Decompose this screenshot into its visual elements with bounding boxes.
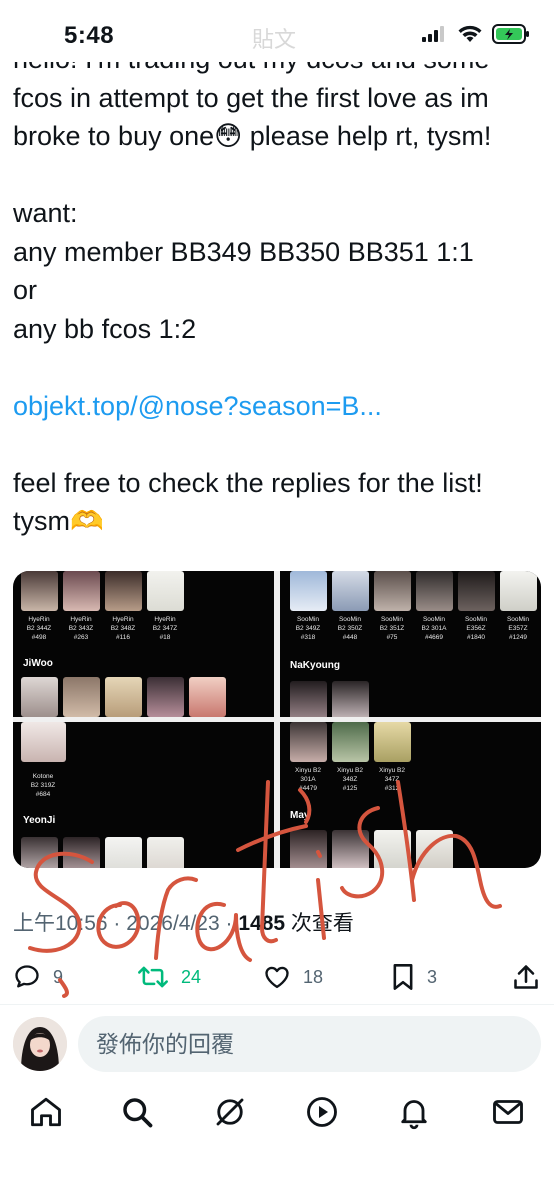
tweet-link[interactable]: objekt.top/@nose?season=B... [13, 391, 382, 421]
nav-messages[interactable] [490, 1094, 526, 1130]
heart-icon [265, 966, 289, 989]
retweet-count: 24 [181, 966, 202, 987]
nav-notifications[interactable] [396, 1094, 432, 1130]
grok-icon [216, 1098, 244, 1126]
tweet-text: hello! I'm trading out my dcos and some … [13, 40, 543, 541]
photocard [374, 571, 411, 611]
signal-icon [422, 26, 444, 42]
messages-icon [493, 1100, 523, 1124]
reply-button[interactable]: 9 [13, 961, 63, 993]
post-time: 上午10:56 [13, 912, 108, 935]
photocard [290, 571, 327, 611]
photocard [290, 722, 327, 762]
media-image-2[interactable]: SooMin B2 349Z #318 SooMin B2 350Z #448 … [280, 571, 541, 717]
reply-input[interactable]: 發佈你的回覆 [78, 1016, 541, 1072]
card-caption: SooMin B2 349Z #318 [295, 616, 321, 641]
tweet-meta: 上午10:56 · 2026/4/23 · 1485 次查看 [13, 912, 354, 935]
card-caption: SooMin B2 350Z #448 [337, 616, 363, 641]
photocard [21, 571, 58, 611]
header-title: 貼文 [252, 27, 297, 52]
card-caption: HyeRin B2 344Z #498 [26, 616, 52, 641]
card-caption: SooMin B2 301A #4669 [421, 616, 447, 641]
tweet-body: hello! I'm trading out my dcos and some … [13, 44, 492, 344]
tweet-media[interactable]: HyeRin B2 344Z #498 HyeRin B2 343Z #263 … [13, 571, 541, 868]
card-caption: HyeRin B2 347Z #18 [152, 616, 178, 641]
like-button[interactable]: 18 [263, 961, 323, 993]
status-icons [422, 24, 530, 44]
nav-search[interactable] [119, 1094, 155, 1130]
photocard [21, 677, 58, 717]
photocard [147, 837, 184, 868]
search-icon [123, 1098, 153, 1128]
photocard [458, 571, 495, 611]
photocard [290, 830, 327, 868]
retweet-button[interactable]: 24 [137, 961, 201, 993]
photocard [416, 571, 453, 611]
section-label: May [290, 810, 310, 821]
card-caption: Kotone B2 319Z #684 [30, 773, 56, 798]
media-image-4[interactable]: Xinyu B2 301A #4479 Xinyu B2 348Z #125 X… [280, 722, 541, 868]
card-caption: HyeRin B2 348Z #116 [110, 616, 136, 641]
avatar[interactable] [13, 1017, 67, 1071]
photocard [500, 571, 537, 611]
section-label: JiWoo [23, 658, 53, 669]
photocard [105, 837, 142, 868]
card-caption: SooMin B2 351Z #75 [379, 616, 405, 641]
nav-video[interactable] [304, 1094, 340, 1130]
photocard [374, 830, 411, 868]
section-label: YeonJi [23, 815, 56, 826]
post-date: 2026/4/23 [126, 912, 220, 935]
photocard [105, 571, 142, 611]
photocard [105, 677, 142, 717]
photocard [332, 571, 369, 611]
media-image-3[interactable]: Kotone B2 319Z #684 YeonJi [13, 722, 274, 868]
reply-icon [15, 965, 39, 988]
card-caption: HyeRin B2 343Z #263 [68, 616, 94, 641]
card-caption: Xinyu B2 301A #4479 [294, 767, 322, 792]
photocard [63, 837, 100, 868]
photocard [416, 830, 453, 868]
notifications-icon [401, 1100, 427, 1130]
photocard [147, 677, 184, 717]
battery-icon [492, 24, 529, 44]
reply-count: 9 [53, 966, 64, 987]
share-button[interactable] [513, 961, 539, 993]
photocard [21, 837, 58, 868]
share-icon [514, 965, 538, 989]
photocard [332, 681, 369, 717]
media-image-1[interactable]: HyeRin B2 344Z #498 HyeRin B2 343Z #263 … [13, 571, 274, 717]
photocard [189, 677, 226, 717]
retweet-icon [138, 966, 168, 988]
photocard [63, 571, 100, 611]
photocard [332, 722, 369, 762]
card-caption: Xinyu B2 347Z #312 [378, 767, 406, 792]
photocard [290, 681, 327, 717]
bookmark-icon [393, 964, 413, 990]
photocard [147, 571, 184, 611]
section-label: NaKyoung [290, 660, 340, 671]
bookmark-button[interactable]: 3 [391, 961, 437, 993]
like-count: 18 [303, 966, 324, 987]
card-caption: SooMin E357Z #1249 [506, 616, 530, 641]
view-label: 次查看 [290, 912, 354, 935]
video-icon [307, 1097, 337, 1127]
view-count[interactable]: 1485 [238, 912, 285, 935]
photocard [21, 722, 66, 762]
home-icon [31, 1097, 61, 1127]
divider [0, 1004, 554, 1005]
wifi-icon [458, 25, 482, 42]
status-bar: 貼文 5:48 [0, 0, 554, 62]
tweet-body-end: feel free to check the replies for the l… [13, 467, 483, 537]
card-caption: SooMin E356Z #1840 [464, 616, 488, 641]
photocard [63, 677, 100, 717]
nav-home[interactable] [28, 1094, 64, 1130]
photocard [374, 722, 411, 762]
nav-grok[interactable] [212, 1094, 248, 1130]
status-time: 5:48 [64, 22, 115, 49]
card-caption: Xinyu B2 348Z #125 [336, 767, 364, 792]
photocard [332, 830, 369, 868]
bookmark-count: 3 [427, 966, 438, 987]
avatar-image [13, 1017, 67, 1071]
